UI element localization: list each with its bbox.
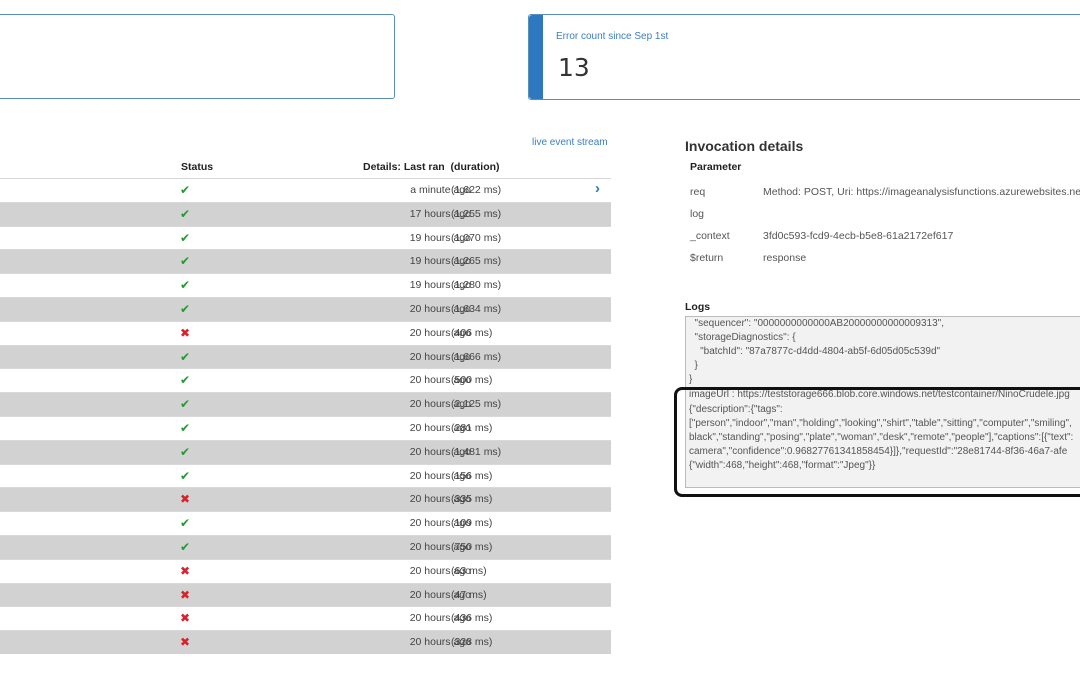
- checkmark-icon: ✔: [180, 468, 191, 483]
- table-row[interactable]: ✔ 20 hours ago (1,666 ms): [0, 344, 611, 369]
- table-row[interactable]: ✖ 20 hours ago (335 ms): [0, 487, 611, 512]
- cross-icon: ✖: [180, 325, 191, 340]
- table-row[interactable]: ✔ 20 hours ago (1,481 ms): [0, 439, 611, 464]
- invocation-details-title: Invocation details: [685, 138, 804, 154]
- table-row[interactable]: ✔ 20 hours ago (500 ms): [0, 368, 611, 393]
- highlight-annotation: [674, 387, 1080, 497]
- live-event-stream-link[interactable]: live event stream: [532, 137, 608, 148]
- checkmark-icon: ✔: [180, 516, 191, 531]
- table-row[interactable]: ✔ 19 hours ago (1,265 ms): [0, 249, 611, 274]
- checkmark-icon: ✔: [180, 230, 191, 245]
- checkmark-icon: ✔: [180, 397, 191, 412]
- duration-value: (406 ms): [451, 326, 493, 339]
- duration-value: (1,070 ms): [451, 231, 502, 244]
- duration-value: (750 ms): [451, 540, 493, 553]
- table-row[interactable]: ✖ 20 hours ago (406 ms): [0, 320, 611, 345]
- table-row[interactable]: ✔ 19 hours ago (1,280 ms): [0, 273, 611, 297]
- checkmark-icon: ✔: [180, 254, 191, 269]
- duration-value: (109 ms): [451, 517, 493, 530]
- cross-icon: ✖: [180, 492, 191, 507]
- table-row[interactable]: ✔ 20 hours ago (1,634 ms): [0, 296, 611, 321]
- table-row[interactable]: ✔ 20 hours ago (750 ms): [0, 534, 611, 559]
- duration-value: (47 ms): [451, 588, 487, 601]
- table-row[interactable]: ✔ a minute ago (1,622 ms) ›: [0, 178, 611, 202]
- param-value: Method: POST, Uri: https://imageanalysis…: [763, 186, 1080, 198]
- table-row[interactable]: ✔ 19 hours ago (1,070 ms): [0, 225, 611, 250]
- table-row[interactable]: ✖ 20 hours ago (63 ms): [0, 558, 611, 583]
- param-name: _context: [690, 230, 730, 242]
- logs-title: Logs: [685, 301, 711, 313]
- checkmark-icon: ✔: [180, 444, 191, 459]
- checkmark-icon: ✔: [180, 278, 191, 293]
- checkmark-icon: ✔: [180, 539, 191, 554]
- log-line: }: [689, 360, 698, 371]
- duration-value: (1,481 ms): [451, 445, 502, 458]
- error-count-label: Error count since Sep 1st: [556, 31, 669, 42]
- log-line: "storageDiagnostics": {: [689, 332, 796, 343]
- invocation-log-table: ✔ a minute ago (1,622 ms) › ✔ 17 hours ago (1,…: [0, 178, 611, 654]
- table-row[interactable]: ✖ 20 hours ago (47 ms): [0, 582, 611, 607]
- duration-value: (2,125 ms): [451, 398, 502, 411]
- duration-value: (63 ms): [451, 564, 487, 577]
- duration-value: (1,666 ms): [451, 350, 502, 363]
- duration-value: (436 ms): [451, 612, 493, 625]
- duration-value: (281 ms): [451, 421, 493, 434]
- param-value: 3fd0c593-fcd9-4ecb-b5e8-61a2172ef617: [763, 230, 954, 242]
- summary-card-left: [0, 14, 395, 99]
- param-name: log: [690, 208, 705, 220]
- param-name: req: [690, 186, 706, 198]
- cross-icon: ✖: [180, 635, 191, 650]
- cross-icon: ✖: [180, 587, 191, 602]
- card-accent-bar: [529, 15, 543, 99]
- checkmark-icon: ✔: [180, 183, 191, 197]
- duration-value: (335 ms): [451, 493, 493, 506]
- details-header-label: Details: Last ran: [363, 161, 445, 173]
- duration-value: (1,622 ms): [451, 184, 502, 196]
- checkmark-icon: ✔: [180, 373, 191, 388]
- log-line: }: [689, 374, 693, 385]
- error-count-value: 13: [558, 53, 590, 82]
- chevron-right-icon[interactable]: ›: [595, 180, 600, 197]
- checkmark-icon: ✔: [180, 301, 191, 316]
- cross-icon: ✖: [180, 611, 191, 626]
- log-line: "sequencer": "0000000000000AB20000000000…: [689, 318, 944, 329]
- checkmark-icon: ✔: [180, 420, 191, 435]
- duration-value: (1,634 ms): [451, 302, 502, 315]
- duration-value: (1,255 ms): [451, 207, 502, 220]
- log-line: "batchId": "87a7877c-d4dd-4804-ab5f-6d05…: [689, 346, 941, 357]
- checkmark-icon: ✔: [180, 206, 191, 221]
- details-column-header: Details: Last ran (duration): [363, 161, 500, 173]
- table-row[interactable]: ✖ 20 hours ago (436 ms): [0, 606, 611, 631]
- cross-icon: ✖: [180, 563, 191, 578]
- error-count-card: Error count since Sep 1st 13: [528, 14, 1080, 100]
- param-value: response: [763, 252, 807, 264]
- param-name: $return: [690, 252, 724, 264]
- status-column-header: Status: [181, 161, 214, 173]
- table-row[interactable]: ✔ 20 hours ago (156 ms): [0, 463, 611, 488]
- duration-value: (1,280 ms): [451, 279, 502, 292]
- table-row[interactable]: ✖ 20 hours ago (328 ms): [0, 630, 611, 654]
- parameter-column-header: Parameter: [690, 161, 742, 173]
- duration-header-label: (duration): [450, 161, 500, 173]
- duration-value: (328 ms): [451, 636, 493, 649]
- table-row[interactable]: ✔ 20 hours ago (281 ms): [0, 415, 611, 440]
- table-row[interactable]: ✔ 17 hours ago (1,255 ms): [0, 201, 611, 226]
- table-row[interactable]: ✔ 20 hours ago (109 ms): [0, 511, 611, 535]
- table-row[interactable]: ✔ 20 hours ago (2,125 ms): [0, 392, 611, 416]
- duration-value: (1,265 ms): [451, 255, 502, 268]
- checkmark-icon: ✔: [180, 349, 191, 364]
- duration-value: (500 ms): [451, 374, 493, 387]
- duration-value: (156 ms): [451, 469, 493, 482]
